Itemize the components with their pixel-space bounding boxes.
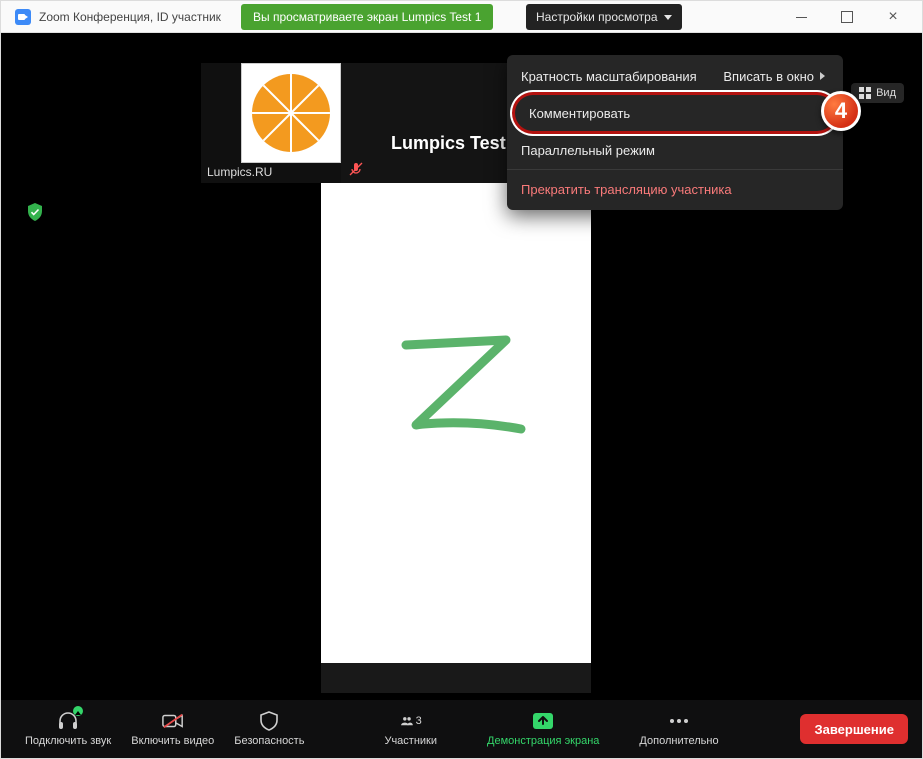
view-mode-label: Вид	[876, 87, 896, 99]
app-window: Zoom Конференция, ID участник Вы просмат…	[0, 0, 923, 759]
participant-name: Lumpics.RU	[207, 165, 272, 179]
menu-stop-share[interactable]: Прекратить трансляцию участника	[507, 172, 843, 206]
view-settings-menu: Кратность масштабирования Вписать в окно…	[507, 55, 843, 210]
start-video-button[interactable]: Включить видео	[121, 700, 224, 758]
participants-count: 3	[416, 715, 422, 727]
titlebar: Zoom Конференция, ID участник Вы просмат…	[1, 1, 922, 33]
menu-annotate[interactable]: Комментировать	[515, 95, 835, 131]
shared-screen[interactable]	[321, 183, 591, 693]
toolbar-label: Дополнительно	[639, 735, 718, 747]
sharing-banner-text: Вы просматриваете экран Lumpics Test 1	[253, 4, 481, 30]
sharing-banner: Вы просматриваете экран Lumpics Test 1	[241, 4, 493, 30]
headphones-icon	[57, 711, 79, 731]
maximize-button[interactable]	[824, 1, 870, 33]
participants-button[interactable]: 3 Участники	[374, 700, 447, 758]
more-icon	[668, 711, 690, 731]
participant-name: Lumpics Test	[391, 133, 506, 154]
step-number: 4	[835, 98, 847, 124]
toolbar-label: Подключить звук	[25, 735, 111, 747]
end-button-label: Завершение	[814, 722, 894, 737]
orange-logo-icon	[252, 74, 330, 152]
toolbar-label: Безопасность	[234, 735, 304, 747]
join-audio-button[interactable]: Подключить звук	[15, 700, 121, 758]
end-meeting-button[interactable]: Завершение	[800, 714, 908, 744]
menu-zoom-ratio[interactable]: Кратность масштабирования Вписать в окно	[507, 59, 843, 93]
menu-item-label: Прекратить трансляцию участника	[521, 182, 732, 197]
close-button[interactable]: ×	[870, 1, 916, 33]
menu-item-label: Параллельный режим	[521, 143, 655, 158]
encryption-shield-icon[interactable]	[27, 203, 43, 221]
toolbar-label: Включить видео	[131, 735, 214, 747]
chevron-right-icon	[820, 72, 829, 80]
view-settings-label: Настройки просмотра	[536, 4, 658, 30]
menu-separator	[507, 169, 843, 170]
menu-item-label: Комментировать	[529, 106, 630, 121]
participant-tile[interactable]: Lumpics Test	[341, 63, 511, 183]
security-button[interactable]: Безопасность	[224, 700, 314, 758]
window-title: Zoom Конференция, ID участник	[39, 10, 221, 24]
meeting-toolbar: Подключить звук Включить видео Безопасно…	[1, 700, 922, 758]
step-badge: 4	[821, 91, 861, 131]
share-screen-icon	[532, 711, 554, 731]
menu-item-label: Кратность масштабирования	[521, 69, 697, 84]
arrow-up-badge-icon	[73, 706, 83, 716]
view-mode-button[interactable]: Вид	[851, 83, 904, 103]
participant-avatar	[241, 63, 341, 163]
shared-canvas	[321, 183, 591, 663]
grid-icon	[859, 87, 871, 99]
participant-tile[interactable]: Lumpics.RU	[201, 63, 341, 183]
muted-mic-icon	[349, 162, 363, 179]
camera-off-icon	[162, 711, 184, 731]
annotation-stroke	[381, 333, 541, 453]
meeting-stage: Вид Lumpics.RU	[1, 33, 922, 700]
shield-icon	[258, 711, 280, 731]
menu-side-by-side[interactable]: Параллельный режим	[507, 133, 843, 167]
minimize-button[interactable]	[778, 1, 824, 33]
view-settings-button[interactable]: Настройки просмотра	[526, 4, 682, 30]
toolbar-label: Демонстрация экрана	[487, 735, 599, 747]
toolbar-label: Участники	[384, 735, 437, 747]
share-screen-button[interactable]: Демонстрация экрана	[477, 700, 609, 758]
window-controls: ×	[778, 1, 916, 33]
people-icon: 3	[400, 711, 422, 731]
chevron-down-icon	[664, 15, 672, 24]
more-button[interactable]: Дополнительно	[629, 700, 728, 758]
zoom-app-icon	[15, 9, 31, 25]
participant-tiles: Lumpics.RU Lumpics Test	[201, 63, 511, 183]
menu-item-label: Вписать в окно	[723, 69, 814, 84]
